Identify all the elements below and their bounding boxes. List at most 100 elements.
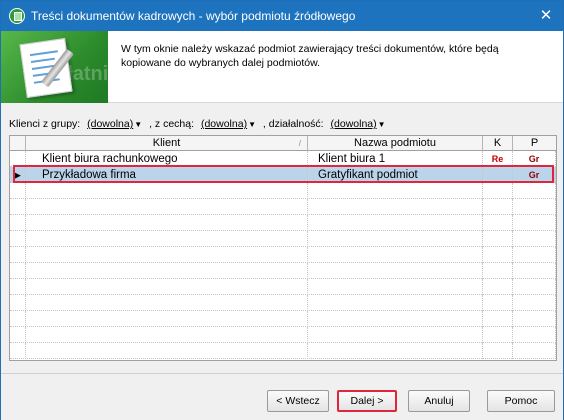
empty-cell bbox=[308, 295, 483, 311]
empty-cell bbox=[483, 199, 513, 215]
empty-cell bbox=[513, 343, 556, 359]
column-header-nazwa[interactable]: Nazwa podmiotu bbox=[308, 136, 483, 151]
column-header-p[interactable]: P bbox=[513, 136, 556, 151]
empty-table-row bbox=[10, 343, 556, 359]
empty-cell bbox=[26, 263, 308, 279]
column-header-k[interactable]: K bbox=[483, 136, 513, 151]
row-klient: Przykładowa firma bbox=[26, 167, 308, 183]
empty-cell bbox=[513, 183, 556, 199]
empty-cell bbox=[308, 199, 483, 215]
chevron-down-icon[interactable]: ▼ bbox=[134, 120, 142, 129]
empty-table-row bbox=[10, 231, 556, 247]
row-p-badge: Gr bbox=[513, 151, 556, 167]
empty-cell bbox=[26, 295, 308, 311]
empty-cell bbox=[483, 311, 513, 327]
empty-cell bbox=[308, 215, 483, 231]
empty-cell bbox=[10, 295, 26, 311]
empty-cell bbox=[10, 311, 26, 327]
empty-cell bbox=[308, 343, 483, 359]
empty-table-row bbox=[10, 263, 556, 279]
feature-filter-dropdown[interactable]: (dowolna) bbox=[201, 118, 247, 130]
row-k-badge bbox=[483, 167, 513, 183]
empty-table-row bbox=[10, 199, 556, 215]
clients-grid[interactable]: Klient / Nazwa podmiotu K P Klient biura… bbox=[9, 135, 557, 361]
empty-cell bbox=[483, 215, 513, 231]
empty-cell bbox=[308, 279, 483, 295]
empty-table-row bbox=[10, 247, 556, 263]
empty-cell bbox=[26, 327, 308, 343]
empty-cell bbox=[10, 247, 26, 263]
empty-cell bbox=[10, 343, 26, 359]
row-klient: Klient biura rachunkowego bbox=[26, 151, 308, 167]
empty-cell bbox=[513, 215, 556, 231]
cancel-button[interactable]: Anuluj bbox=[408, 390, 470, 412]
table-row-selected[interactable]: ▶ Przykładowa firma Gratyfikant podmiot … bbox=[10, 167, 556, 183]
row-indicator bbox=[10, 151, 26, 167]
empty-cell bbox=[26, 279, 308, 295]
empty-cell bbox=[308, 327, 483, 343]
empty-cell bbox=[26, 215, 308, 231]
next-button[interactable]: Dalej > bbox=[337, 390, 397, 412]
empty-cell bbox=[308, 311, 483, 327]
row-k-badge: Re bbox=[483, 151, 513, 167]
empty-cell bbox=[26, 199, 308, 215]
empty-cell bbox=[513, 279, 556, 295]
row-nazwa-podmiotu: Gratyfikant podmiot bbox=[308, 167, 483, 183]
empty-cell bbox=[513, 311, 556, 327]
empty-cell bbox=[513, 295, 556, 311]
empty-cell bbox=[10, 183, 26, 199]
empty-cell bbox=[483, 183, 513, 199]
row-p-badge: Gr bbox=[513, 167, 556, 183]
grid-header: Klient / Nazwa podmiotu K P bbox=[10, 136, 556, 151]
dialog-window: Treści dokumentów kadrowych - wybór podm… bbox=[0, 0, 564, 420]
column-header-klient[interactable]: Klient / bbox=[26, 136, 308, 151]
empty-cell bbox=[483, 231, 513, 247]
document-icon bbox=[19, 38, 73, 98]
help-button[interactable]: Pomoc bbox=[487, 390, 555, 412]
close-icon[interactable]: ✕ bbox=[535, 5, 557, 27]
window-title: Treści dokumentów kadrowych - wybór podm… bbox=[31, 9, 356, 23]
empty-cell bbox=[10, 199, 26, 215]
empty-cell bbox=[513, 327, 556, 343]
empty-table-row bbox=[10, 215, 556, 231]
empty-cell bbox=[26, 247, 308, 263]
empty-table-row bbox=[10, 295, 556, 311]
empty-table-row bbox=[10, 183, 556, 199]
empty-cell bbox=[483, 327, 513, 343]
chevron-down-icon[interactable]: ▼ bbox=[378, 120, 386, 129]
empty-cell bbox=[308, 263, 483, 279]
empty-cell bbox=[513, 231, 556, 247]
chevron-down-icon[interactable]: ▼ bbox=[248, 120, 256, 129]
empty-cell bbox=[10, 215, 26, 231]
empty-cell bbox=[10, 231, 26, 247]
empty-cell bbox=[483, 263, 513, 279]
empty-cell bbox=[483, 247, 513, 263]
app-icon bbox=[9, 8, 25, 24]
wizard-banner-image: płatnik bbox=[1, 31, 108, 103]
empty-cell bbox=[26, 343, 308, 359]
row-pointer-icon: ▶ bbox=[10, 167, 26, 183]
activity-filter-label: , działalność: bbox=[262, 118, 324, 131]
title-bar[interactable]: Treści dokumentów kadrowych - wybór podm… bbox=[1, 1, 563, 31]
empty-cell bbox=[10, 279, 26, 295]
back-button[interactable]: < Wstecz bbox=[267, 390, 329, 412]
empty-cell bbox=[513, 263, 556, 279]
sort-icon: / bbox=[298, 139, 301, 148]
table-row[interactable]: Klient biura rachunkowego Klient biura 1… bbox=[10, 151, 556, 167]
empty-table-row bbox=[10, 279, 556, 295]
column-header-klient-label: Klient bbox=[152, 137, 181, 149]
empty-table-row bbox=[10, 311, 556, 327]
empty-cell bbox=[513, 247, 556, 263]
empty-cell bbox=[308, 231, 483, 247]
empty-cell bbox=[26, 183, 308, 199]
wizard-description: W tym oknie należy wskazać podmiot zawie… bbox=[121, 43, 499, 69]
empty-cell bbox=[483, 343, 513, 359]
empty-cell bbox=[308, 247, 483, 263]
activity-filter-dropdown[interactable]: (dowolna) bbox=[331, 118, 377, 130]
empty-cell bbox=[513, 199, 556, 215]
filter-bar: Klienci z grupy: (dowolna)▼ , z cechą: (… bbox=[9, 118, 390, 134]
button-bar: < Wstecz Dalej > Anuluj Pomoc bbox=[1, 373, 563, 420]
feature-filter-label: , z cechą: bbox=[149, 118, 195, 131]
group-filter-dropdown[interactable]: (dowolna) bbox=[87, 118, 133, 130]
empty-cell bbox=[26, 311, 308, 327]
